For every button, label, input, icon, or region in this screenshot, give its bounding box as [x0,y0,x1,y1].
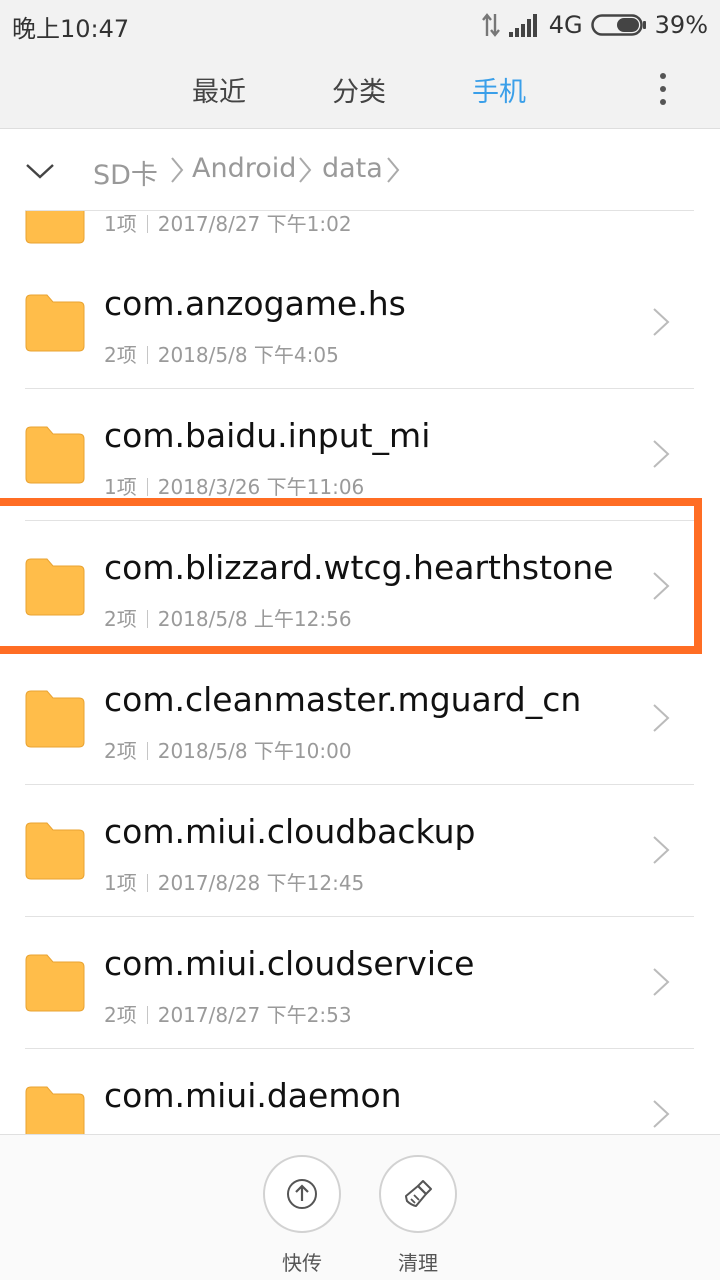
folder-icon [25,954,85,1012]
clean-button[interactable]: 清理 [378,1155,458,1276]
share-upload-icon [263,1155,341,1233]
quick-transfer-label: 快传 [282,1251,322,1275]
chevron-right-icon [171,157,184,183]
broom-icon [379,1155,457,1233]
clean-label: 清理 [398,1251,438,1275]
chevron-right-icon [653,308,670,336]
modified-date: 2017/8/27 下午1:02 [157,212,352,236]
chevron-right-icon [653,704,670,732]
folder-icon [25,1086,85,1134]
chevron-right-icon [653,836,670,864]
item-count: 2项 [104,343,137,367]
chevron-right-icon [299,157,312,183]
divider [25,784,694,785]
breadcrumb-android[interactable]: Android [192,153,296,184]
battery-icon [590,13,647,37]
modified-date: 2017/8/28 下午12:45 [157,871,365,895]
folder-icon [25,822,85,880]
status-icons: 4G 39% [481,8,708,42]
tab-recent[interactable]: 最近 [192,70,246,109]
folder-name: com.cleanmaster.mguard_cn [104,680,582,719]
modified-date: 2018/3/26 下午11:06 [157,475,365,499]
battery-level: 39% [654,11,708,39]
folder-name: com.miui.cloudbackup [104,812,476,851]
chevron-right-icon [653,440,670,468]
selection-highlight [0,498,702,654]
folder-icon [25,210,85,244]
chevron-right-icon [653,968,670,996]
divider [25,388,694,389]
breadcrumb-data[interactable]: data [322,153,383,184]
item-count: 1项 [104,871,137,895]
status-bar: 晚上10:47 4G 39% [0,0,720,50]
item-count: 2项 [104,739,137,763]
bottom-toolbar: 快传 清理 [0,1134,720,1280]
divider [25,916,694,917]
folder-name: com.miui.cloudservice [104,944,475,983]
category-tabs: 最近 分类 手机 [0,50,720,129]
folder-meta: 1项 2017/8/28 下午12:45 [104,867,364,896]
folder-meta: 1项 2017/8/27 下午1:02 [104,210,352,237]
folder-list: 1项 2017/8/27 下午1:02 com.anzogame.hs 2项 201… [0,210,720,1134]
item-count: 1项 [104,475,137,499]
modified-date: 2018/5/8 下午4:05 [157,343,339,367]
folder-name: com.miui.daemon [104,1076,402,1115]
folder-name: com.baidu.input_mi [104,416,431,455]
folder-icon [25,690,85,748]
folder-name: com.anzogame.hs [104,284,406,323]
folder-icon [25,426,85,484]
chevron-down-icon[interactable] [24,155,56,187]
network-type: 4G [548,11,583,39]
divider [25,210,694,211]
data-transfer-icon [481,12,501,38]
modified-date: 2018/5/8 下午10:00 [157,739,352,763]
breadcrumb: SD卡 Android data [0,129,720,211]
item-count: 1项 [104,212,137,236]
modified-date: 2017/8/27 下午2:53 [157,1003,352,1027]
item-count: 2项 [104,1003,137,1027]
folder-meta: 2项 2018/5/8 下午10:00 [104,735,352,764]
more-options-icon[interactable] [650,68,676,110]
status-time: 晚上10:47 [12,15,130,43]
breadcrumb-sdcard[interactable]: SD卡 [93,153,158,192]
file-manager-screen: 晚上10:47 4G 39% 最近 分类 手机 SD卡 Android data… [0,0,720,1280]
tab-category[interactable]: 分类 [332,70,386,109]
quick-transfer-button[interactable]: 快传 [262,1155,342,1276]
folder-meta: 2项 2017/8/27 下午2:53 [104,999,352,1028]
chevron-right-icon [387,157,400,183]
signal-icon [508,13,541,37]
tab-phone[interactable]: 手机 [472,70,526,109]
folder-icon [25,294,85,352]
divider [25,1048,694,1049]
folder-meta: 1项 2018/3/26 下午11:06 [104,471,364,500]
chevron-right-icon [653,1100,670,1128]
folder-meta: 2项 2018/5/8 下午4:05 [104,339,339,368]
